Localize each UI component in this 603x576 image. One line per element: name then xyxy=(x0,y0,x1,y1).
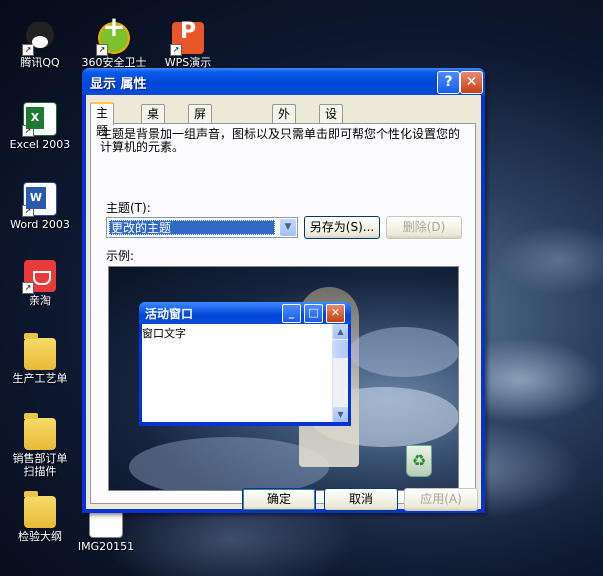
tab-desktop[interactable]: 桌面 xyxy=(141,104,166,139)
desktop-icon-label: 亲淘 xyxy=(29,294,51,307)
theme-select[interactable]: 更改的主题 ▼ xyxy=(106,217,298,238)
desktop-icon-qq[interactable]: ↗ 腾讯QQ xyxy=(0,22,80,69)
display-properties-dialog: 显示 属性 ? ✕ 主题 桌面 屏幕保护程序 外观 设置 主题是背景加一组声音，… xyxy=(82,68,485,513)
scroll-thumb xyxy=(333,340,348,358)
ok-button[interactable]: 确定 xyxy=(242,488,316,511)
sample-label: 示例: xyxy=(106,249,135,263)
preview-window-text: 窗口文字 xyxy=(142,327,186,340)
apply-button[interactable]: 应用(A) xyxy=(404,488,478,511)
desktop-icon-wps[interactable]: ↗ WPS演示 xyxy=(148,22,228,69)
folder-icon xyxy=(24,491,56,528)
theme-label: 主题(T): xyxy=(106,201,151,215)
excel-icon: ↗ xyxy=(22,102,57,137)
scroll-down-icon: ▼ xyxy=(333,407,348,422)
desktop-icon-qintao[interactable]: ↗ 亲淘 xyxy=(0,260,80,307)
desktop-icon-excel[interactable]: ↗ Excel 2003 xyxy=(0,102,80,151)
tab-settings[interactable]: 设置 xyxy=(319,104,344,139)
theme-select-value: 更改的主题 xyxy=(109,220,275,235)
preview-scrollbar: ▲ ▼ xyxy=(332,324,348,422)
desktop-icon-label: 销售部订单扫描件 xyxy=(12,452,68,478)
desktop-icon-folder-sales[interactable]: 销售部订单扫描件 xyxy=(0,413,80,478)
preview-active-window: 活动窗口 _ □ ✕ 窗口文字 ▲ ▼ xyxy=(139,302,351,426)
360-security-icon: ↗ xyxy=(96,20,130,56)
maximize-icon: □ xyxy=(304,304,323,323)
cancel-button[interactable]: 取消 xyxy=(324,488,398,511)
preview-window-client: 窗口文字 ▲ ▼ xyxy=(142,324,348,422)
scroll-up-icon: ▲ xyxy=(333,324,348,339)
chevron-down-icon[interactable]: ▼ xyxy=(280,219,296,236)
desktop-icon-word[interactable]: ↗ Word 2003 xyxy=(0,182,80,231)
folder-icon xyxy=(24,413,56,450)
word-icon: ↗ xyxy=(22,182,57,217)
desktop-icon-label: Excel 2003 xyxy=(9,138,71,151)
preview-window-title: 活动窗口 xyxy=(145,307,194,321)
desktop-icon-360[interactable]: ↗ 360安全卫士 xyxy=(74,20,154,69)
help-icon: ? xyxy=(444,74,453,90)
tab-screensaver[interactable]: 屏幕保护程序 xyxy=(188,104,213,211)
dialog-titlebar[interactable]: 显示 属性 ? ✕ xyxy=(82,68,485,95)
desktop-icon-label: 腾讯QQ xyxy=(20,56,60,69)
delete-button[interactable]: 删除(D) xyxy=(386,216,462,239)
save-as-button[interactable]: 另存为(S)... xyxy=(304,216,380,239)
desktop-icon-label: IMG20151 xyxy=(77,540,135,553)
qq-icon: ↗ xyxy=(22,22,56,56)
close-icon: ✕ xyxy=(326,304,345,323)
qintao-icon: ↗ xyxy=(22,260,56,294)
recycle-bin-icon: ♻ xyxy=(406,445,432,477)
close-button[interactable]: ✕ xyxy=(460,71,483,94)
tab-themes[interactable]: 主题 xyxy=(90,102,115,138)
dialog-title: 显示 属性 xyxy=(90,77,147,92)
theme-preview: ♻ 活动窗口 _ □ ✕ 窗口文字 ▲ ▼ xyxy=(108,266,459,491)
dialog-client: 主题 桌面 屏幕保护程序 外观 设置 主题是背景加一组声音，图标以及只需单击即可… xyxy=(86,95,481,511)
desktop-icon-label: Word 2003 xyxy=(10,218,70,231)
desktop-icon-folder-process[interactable]: 生产工艺单 xyxy=(0,333,80,385)
folder-icon xyxy=(24,333,56,370)
help-button[interactable]: ? xyxy=(437,71,460,94)
tab-appearance[interactable]: 外观 xyxy=(272,104,297,139)
minimize-icon: _ xyxy=(282,304,301,323)
wps-presentation-icon: ↗ xyxy=(170,22,204,56)
close-icon: ✕ xyxy=(465,74,478,90)
preview-cloud xyxy=(349,327,458,377)
desktop-icon-label: 生产工艺单 xyxy=(12,372,68,385)
theme-description: 主题是背景加一组声音，图标以及只需单击即可帮您个性化设置您的计算机的元素。 xyxy=(100,127,461,154)
preview-window-titlebar: 活动窗口 _ □ ✕ xyxy=(139,302,351,324)
